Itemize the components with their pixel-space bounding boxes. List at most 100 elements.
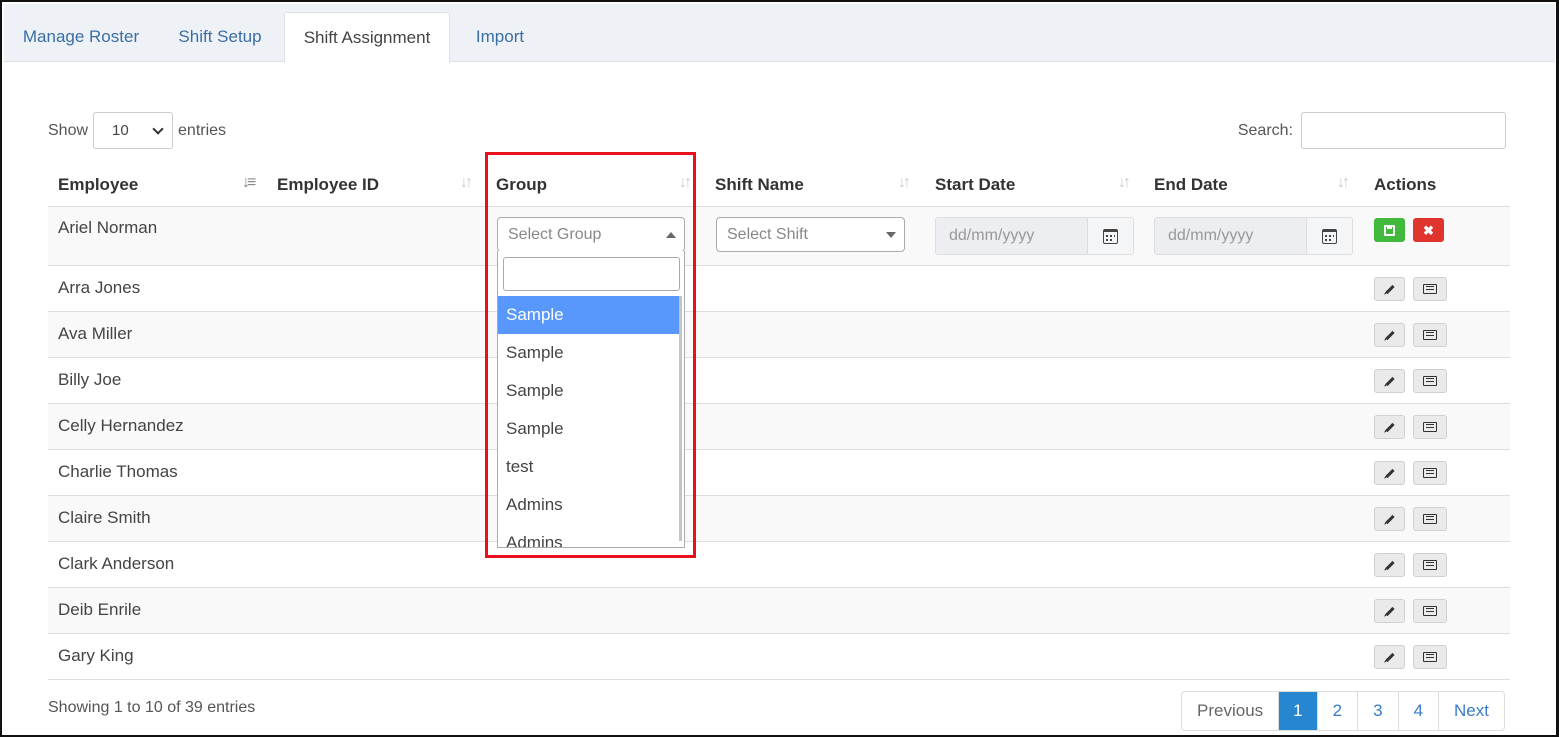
end-date-input[interactable]: dd/mm/yyyy [1154, 217, 1306, 255]
pagination-page-4[interactable]: 4 [1397, 692, 1438, 730]
edit-button[interactable] [1374, 645, 1405, 669]
group-option[interactable]: Sample [498, 372, 679, 410]
details-button[interactable] [1413, 323, 1447, 347]
pagination-next[interactable]: Next [1438, 692, 1504, 730]
table-row: Arra Jones [48, 266, 1510, 312]
group-option[interactable]: Admins [498, 486, 679, 524]
employee-name: Celly Hernandez [58, 416, 184, 435]
show-label: Show [48, 121, 89, 139]
pagination-page-1[interactable]: 1 [1278, 692, 1317, 730]
shift-assignment-table: Employee ↓≡ Employee ID ↓↑ Group ↓↑ Shif… [48, 162, 1510, 680]
table-row: Gary King [48, 634, 1510, 680]
sort-icon[interactable]: ↓↑ [1337, 174, 1350, 192]
employee-name: Ariel Norman [58, 218, 158, 237]
edit-button[interactable] [1374, 599, 1405, 623]
pencil-icon [1384, 422, 1395, 432]
list-icon [1423, 376, 1437, 386]
list-icon [1423, 284, 1437, 294]
pagination-page-2[interactable]: 2 [1316, 692, 1357, 730]
details-button[interactable] [1413, 369, 1447, 393]
group-dropdown-search-input[interactable] [503, 257, 680, 291]
caret-up-icon [666, 232, 676, 238]
end-date-calendar-button[interactable] [1306, 217, 1353, 255]
sort-icon[interactable]: ↓↑ [460, 174, 473, 192]
details-button[interactable] [1413, 415, 1447, 439]
column-header-actions: Actions [1374, 175, 1437, 194]
employee-name: Claire Smith [58, 508, 151, 527]
start-date-input[interactable]: dd/mm/yyyy [935, 217, 1087, 255]
start-date-picker: dd/mm/yyyy [935, 217, 1134, 255]
table-header: Employee ↓≡ Employee ID ↓↑ Group ↓↑ Shif… [48, 162, 1510, 207]
pencil-icon [1384, 560, 1395, 570]
tab-manage-roster[interactable]: Manage Roster [6, 12, 156, 63]
shift-select[interactable]: Select Shift [716, 217, 905, 252]
group-option[interactable]: Sample [498, 410, 679, 448]
app-frame: Manage Roster Shift Setup Shift Assignme… [0, 0, 1559, 737]
list-icon [1423, 422, 1437, 432]
length-menu: Show 10 entries [48, 112, 226, 149]
edit-button[interactable] [1374, 461, 1405, 485]
sort-icon[interactable]: ↓↑ [898, 174, 911, 192]
details-button[interactable] [1413, 645, 1447, 669]
entries-select[interactable]: 10 [93, 112, 174, 149]
tab-shift-assignment[interactable]: Shift Assignment [284, 12, 450, 63]
list-icon [1423, 330, 1437, 340]
column-header-start-date[interactable]: Start Date [935, 162, 1015, 207]
column-header-shift-name[interactable]: Shift Name [715, 162, 804, 207]
calendar-icon [1103, 228, 1118, 244]
column-header-end-date[interactable]: End Date [1154, 162, 1228, 207]
employee-name: Gary King [58, 646, 134, 665]
column-header-employee[interactable]: Employee [58, 162, 138, 207]
sort-asc-icon[interactable]: ↓≡ [242, 174, 256, 192]
employee-name: Clark Anderson [58, 554, 175, 573]
sort-icon[interactable]: ↓↑ [679, 174, 692, 192]
employee-name: Arra Jones [58, 278, 141, 297]
column-header-employee-id[interactable]: Employee ID [277, 162, 379, 207]
dropdown-scrollbar[interactable] [679, 296, 682, 541]
list-icon [1423, 560, 1437, 570]
pagination-previous[interactable]: Previous [1182, 692, 1278, 730]
table-row: Clark Anderson [48, 542, 1510, 588]
group-option[interactable]: Admins [498, 524, 679, 547]
pencil-icon [1384, 606, 1395, 616]
entries-label: entries [178, 121, 227, 139]
list-icon [1423, 652, 1437, 662]
tab-shift-setup[interactable]: Shift Setup [156, 12, 284, 63]
group-option[interactable]: Sample [498, 334, 679, 372]
save-button[interactable] [1374, 218, 1405, 242]
group-select[interactable]: Select Group [497, 217, 685, 252]
group-option[interactable]: Sample [498, 296, 679, 334]
pagination-page-3[interactable]: 3 [1357, 692, 1397, 730]
start-date-calendar-button[interactable] [1087, 217, 1134, 255]
employee-name: Deib Enrile [58, 600, 142, 619]
group-option[interactable]: test [498, 448, 679, 486]
edit-button[interactable] [1374, 369, 1405, 393]
table-row: Ava Miller [48, 312, 1510, 358]
table-row: Charlie Thomas [48, 450, 1510, 496]
calendar-icon [1322, 228, 1337, 244]
details-button[interactable] [1413, 277, 1447, 301]
cancel-button[interactable]: ✖ [1413, 218, 1444, 242]
table-row-editing: Ariel Norman Select Group Select Shift d… [48, 207, 1510, 266]
details-button[interactable] [1413, 599, 1447, 623]
pencil-icon [1384, 376, 1395, 386]
pencil-icon [1384, 330, 1395, 340]
edit-button[interactable] [1374, 277, 1405, 301]
search-filter: Search: [1238, 112, 1506, 149]
table-row: Celly Hernandez [48, 404, 1510, 450]
details-button[interactable] [1413, 507, 1447, 531]
edit-button[interactable] [1374, 323, 1405, 347]
edit-button[interactable] [1374, 553, 1405, 577]
save-icon [1384, 224, 1395, 236]
tab-import[interactable]: Import [450, 12, 550, 63]
sort-icon[interactable]: ↓↑ [1118, 174, 1131, 192]
edit-button[interactable] [1374, 415, 1405, 439]
column-header-group[interactable]: Group [496, 162, 547, 207]
caret-down-icon [886, 232, 896, 238]
edit-button[interactable] [1374, 507, 1405, 531]
details-button[interactable] [1413, 553, 1447, 577]
pencil-icon [1384, 514, 1395, 524]
chevron-down-icon [152, 122, 164, 135]
details-button[interactable] [1413, 461, 1447, 485]
search-input[interactable] [1301, 112, 1506, 149]
